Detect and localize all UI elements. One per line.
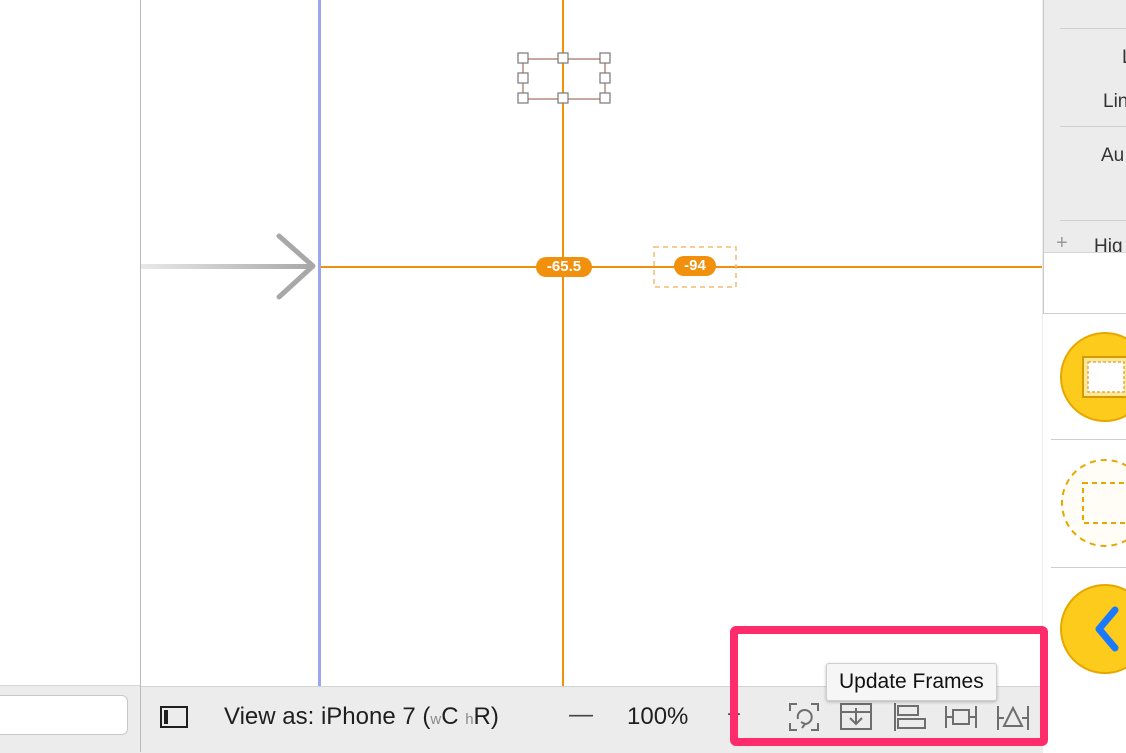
zoom-level: 100%: [627, 703, 689, 730]
view-as-selector[interactable]: View as: iPhone 7 (wC hR): [224, 703, 499, 731]
zoom-out-button[interactable]: —: [569, 701, 593, 729]
size-class-h-prefix: h: [465, 711, 474, 728]
highlight-annotation-box: [730, 626, 1048, 746]
navigator-filter-field[interactable]: [0, 695, 128, 735]
inspector-row-2-label: Lin: [1103, 91, 1126, 112]
view-left-edge: [318, 0, 321, 686]
canvas-drawing: [141, 0, 1042, 686]
size-class-h-value: R: [473, 703, 491, 730]
storyboard-canvas[interactable]: -65.5 -94: [141, 0, 1042, 686]
inspector-empty-area: [1044, 252, 1126, 314]
view-controller-icon[interactable]: [1059, 330, 1126, 424]
navigation-controller-icon[interactable]: [1059, 582, 1126, 676]
constraint-badge-left[interactable]: -65.5: [536, 257, 592, 277]
navigator-pane: [0, 0, 141, 752]
library-divider: [1051, 439, 1126, 440]
view-as-label: View as: iPhone 7 (: [224, 703, 431, 730]
entry-point-arrow[interactable]: [141, 233, 316, 300]
size-class-w-prefix: w: [430, 711, 442, 728]
object-library: [1043, 313, 1126, 753]
inspector-row-1-label: L: [1122, 47, 1126, 69]
constraint-badge-right[interactable]: -94: [674, 256, 716, 276]
inspector-row-3-label: Au: [1101, 145, 1125, 166]
inspector-divider: [1060, 126, 1126, 127]
size-class-w-value: C: [441, 703, 459, 730]
library-divider: [1051, 567, 1126, 568]
inspector-divider: [1060, 220, 1126, 221]
inspector-divider: [1060, 28, 1126, 29]
size-class-close: ): [490, 703, 499, 730]
sidebar-toggle-icon[interactable]: [160, 706, 188, 728]
storyboard-reference-icon[interactable]: [1059, 456, 1126, 550]
